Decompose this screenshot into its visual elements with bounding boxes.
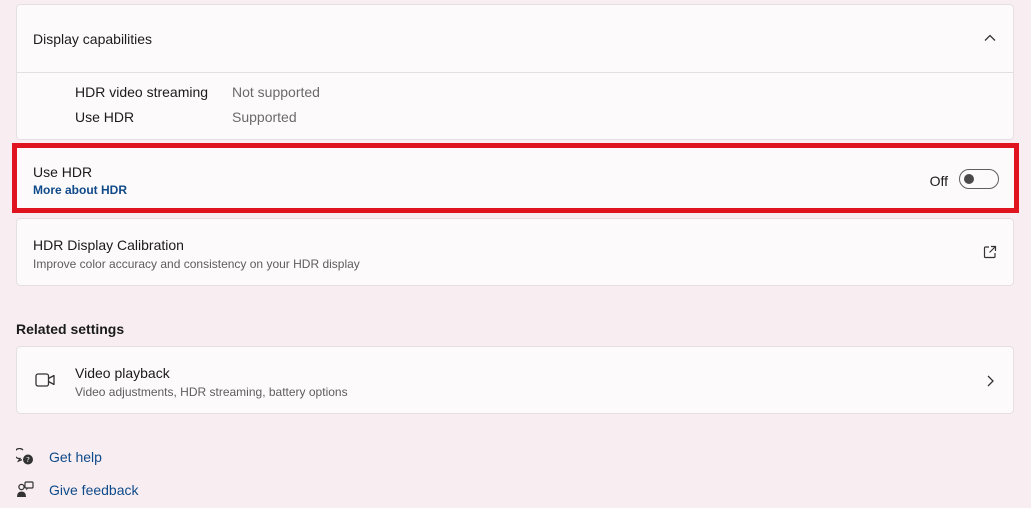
get-help-label[interactable]: Get help [49, 449, 102, 465]
use-hdr-state: Off [929, 173, 948, 189]
use-hdr-card: Use HDR More about HDR Off [17, 148, 1014, 208]
more-about-hdr-link[interactable]: More about HDR [33, 183, 127, 197]
give-feedback-label[interactable]: Give feedback [49, 482, 139, 498]
hdr-calibration-card[interactable]: HDR Display Calibration Improve color ac… [16, 218, 1014, 286]
svg-text:?: ? [26, 456, 30, 464]
open-external-icon[interactable] [983, 245, 997, 259]
video-playback-subtitle: Video adjustments, HDR streaming, batter… [75, 385, 348, 399]
video-playback-title: Video playback [75, 365, 170, 381]
toggle-knob [964, 174, 974, 184]
video-playback-card[interactable]: Video playback Video adjustments, HDR st… [16, 346, 1014, 414]
related-settings-heading: Related settings [16, 321, 125, 337]
display-capabilities-title: Display capabilities [33, 31, 153, 47]
use-hdr-title: Use HDR [33, 164, 93, 180]
capability-label: HDR video streaming [75, 84, 209, 100]
display-capabilities-header[interactable]: Display capabilities [17, 5, 1013, 73]
use-hdr-toggle[interactable] [959, 169, 999, 189]
feedback-person-icon [17, 481, 34, 497]
capability-value: Supported [232, 109, 297, 125]
display-capabilities-card: Display capabilities HDR video streaming… [16, 4, 1014, 140]
help-chat-icon: ? [16, 448, 33, 465]
hdr-calibration-title: HDR Display Calibration [33, 237, 184, 253]
hdr-calibration-subtitle: Improve color accuracy and consistency o… [33, 257, 360, 271]
chevron-up-icon[interactable] [983, 31, 997, 45]
capability-label: Use HDR [75, 109, 135, 125]
video-camera-icon [35, 373, 55, 387]
chevron-right-icon[interactable] [983, 374, 997, 388]
capability-value: Not supported [232, 84, 320, 100]
